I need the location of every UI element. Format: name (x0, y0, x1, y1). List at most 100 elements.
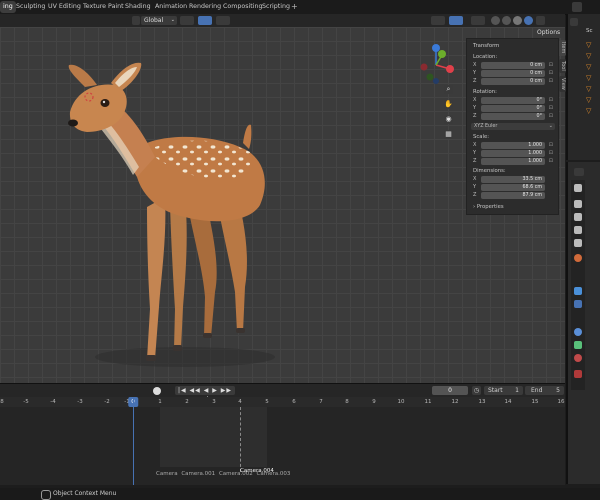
scale-y-label: Y (473, 150, 477, 156)
rotation-z-field[interactable]: 0° (481, 113, 545, 120)
wireframe-shading-icon[interactable] (491, 16, 500, 25)
tab-sculpting[interactable]: Sculpting (13, 1, 48, 13)
add-workspace-button[interactable]: + (291, 1, 298, 13)
object-gizmo-icon[interactable] (431, 16, 445, 25)
snapping-toggle-icon[interactable] (198, 16, 212, 25)
tab-scripting[interactable]: Scripting (259, 1, 293, 13)
scene-tab-icon[interactable] (574, 239, 582, 247)
fawn-model-illustration[interactable] (55, 47, 285, 377)
record-icon[interactable] (153, 387, 161, 395)
editor-type-icon[interactable] (570, 18, 578, 26)
rendered-shading-icon[interactable] (524, 16, 533, 25)
lock-icon[interactable]: ⊡ (549, 142, 553, 148)
material-preview-icon[interactable] (513, 16, 522, 25)
location-y-field[interactable]: 0 cm (481, 70, 545, 77)
physics-tab-icon[interactable] (574, 328, 582, 336)
scale-z-field[interactable]: 1.000 (481, 158, 545, 165)
lock-icon[interactable]: ⊡ (549, 150, 553, 156)
scale-x-row[interactable]: X 1.000 ⊡ (473, 142, 553, 149)
pan-hand-icon[interactable]: ✋ (444, 100, 453, 109)
modifier-tab-icon[interactable] (574, 287, 582, 295)
rotation-mode-dropdown[interactable]: XYZ Euler ⌄ (471, 123, 555, 130)
location-y-row[interactable]: Y 0 cm ⊡ (473, 70, 553, 77)
dimensions-x-row[interactable]: X 33.5 cm (473, 176, 553, 183)
lock-icon[interactable]: ⊡ (549, 158, 553, 164)
marker-camera-001[interactable]: Camera.001 (181, 471, 215, 477)
tab-rendering[interactable]: Rendering (186, 1, 224, 13)
object-tab-icon[interactable] (574, 300, 582, 308)
scale-y-field[interactable]: 1.000 (481, 150, 545, 157)
timeline-ruler[interactable]: 8 -5 -4 -3 -2 -1 0 1 2 3 4 5 6 7 8 9 10 … (0, 397, 565, 407)
lock-icon[interactable]: ⊡ (549, 105, 553, 111)
marker-camera[interactable]: Camera (156, 471, 178, 477)
texture-tab-icon[interactable] (574, 370, 582, 378)
tab-item[interactable]: Item (559, 40, 566, 56)
dimensions-z-row[interactable]: Z 87.9 cm (473, 192, 553, 199)
rotation-z-row[interactable]: Z 0° ⊡ (473, 113, 553, 120)
overlays-icon[interactable] (471, 16, 485, 25)
material-tab-icon[interactable] (574, 354, 582, 362)
location-z-field[interactable]: 0 cm (481, 78, 545, 85)
tab-uv-editing[interactable]: UV Editing (45, 1, 84, 13)
lock-icon[interactable]: ⊡ (549, 78, 553, 84)
tab-texture-paint[interactable]: Texture Paint (80, 1, 127, 13)
timeline-area[interactable]: Camera Camera.001 Camera.002 Camera.003 … (0, 397, 565, 485)
clock-icon[interactable]: ◷ (472, 386, 481, 395)
dimensions-y-row[interactable]: Y 68.6 cm (473, 184, 553, 191)
tab-shading[interactable]: Shading (122, 1, 154, 13)
dimensions-y-field[interactable]: 68.6 cm (481, 184, 545, 191)
frame-tick: 8 (345, 399, 349, 405)
scale-y-row[interactable]: Y 1.000 ⊡ (473, 150, 553, 157)
view-layer-tab-icon[interactable] (574, 226, 582, 234)
location-x-row[interactable]: X 0 cm ⊡ (473, 62, 553, 69)
rotation-y-row[interactable]: Y 0° ⊡ (473, 105, 553, 112)
transform-panel-title[interactable]: Transform (473, 43, 499, 49)
rotation-y-field[interactable]: 0° (481, 105, 545, 112)
outliner-scene-label[interactable]: Sc (586, 28, 593, 34)
proportional-editing-icon[interactable] (216, 16, 230, 25)
grid-toggle-icon[interactable]: ▦ (444, 130, 453, 139)
outliner-object-list[interactable]: ▽ ▽ ▽ ▽ ▽ ▽ ▽ (586, 40, 591, 117)
playback-controls[interactable]: |◀ ◀◀ ◀ ▶ ▶▶ ▶| (175, 386, 235, 403)
dimensions-x-field[interactable]: 33.5 cm (481, 176, 545, 183)
lock-icon[interactable]: ⊡ (549, 70, 553, 76)
navigation-gizmo[interactable] (414, 41, 458, 85)
scale-z-row[interactable]: Z 1.000 ⊡ (473, 158, 553, 165)
scale-x-field[interactable]: 1.000 (481, 142, 545, 149)
dimensions-z-field[interactable]: 87.9 cm (481, 192, 545, 199)
lock-icon[interactable]: ⊡ (549, 62, 553, 68)
solid-shading-icon[interactable] (502, 16, 511, 25)
scale-label: Scale: (473, 134, 490, 140)
rotation-x-field[interactable]: 0° (481, 97, 545, 104)
tool-tab-icon[interactable] (574, 184, 582, 192)
editor-type-icon[interactable] (574, 168, 584, 176)
zoom-icon[interactable]: ⌕ (444, 85, 453, 94)
snap-icon[interactable] (180, 16, 194, 25)
end-frame-field[interactable]: End 5 (525, 386, 564, 395)
options-button[interactable]: Options (534, 28, 564, 38)
playhead-line[interactable] (133, 397, 134, 485)
object-data-tab-icon[interactable] (574, 341, 582, 349)
lock-icon[interactable]: ⊡ (549, 97, 553, 103)
location-x-field[interactable]: 0 cm (481, 62, 545, 69)
tab-animation[interactable]: Animation (152, 1, 190, 13)
current-frame-field[interactable]: 0 (432, 386, 468, 395)
orientation-dropdown[interactable]: Global ⌄ (141, 16, 177, 25)
dimensions-x-value: 33.5 cm (522, 177, 542, 182)
tab-tool[interactable]: Tool (559, 59, 566, 73)
transform-pivot-icon[interactable] (132, 16, 140, 25)
properties-panel-title[interactable]: › Properties (473, 204, 504, 210)
world-tab-icon[interactable] (574, 254, 582, 262)
lock-icon[interactable]: ⊡ (549, 113, 553, 119)
show-gizmo-icon[interactable] (449, 16, 463, 25)
start-frame-field[interactable]: Start 1 (484, 386, 523, 395)
marker-camera-004[interactable]: Camera.004 (240, 468, 274, 474)
render-tab-icon[interactable] (574, 200, 582, 208)
tab-view[interactable]: View (559, 76, 566, 92)
output-tab-icon[interactable] (574, 213, 582, 221)
location-z-row[interactable]: Z 0 cm ⊡ (473, 78, 553, 85)
scene-selector-icon[interactable] (572, 2, 582, 12)
shading-options-icon[interactable] (536, 16, 545, 25)
camera-view-icon[interactable]: ◉ (444, 115, 453, 124)
rotation-x-row[interactable]: X 0° ⊡ (473, 97, 553, 104)
